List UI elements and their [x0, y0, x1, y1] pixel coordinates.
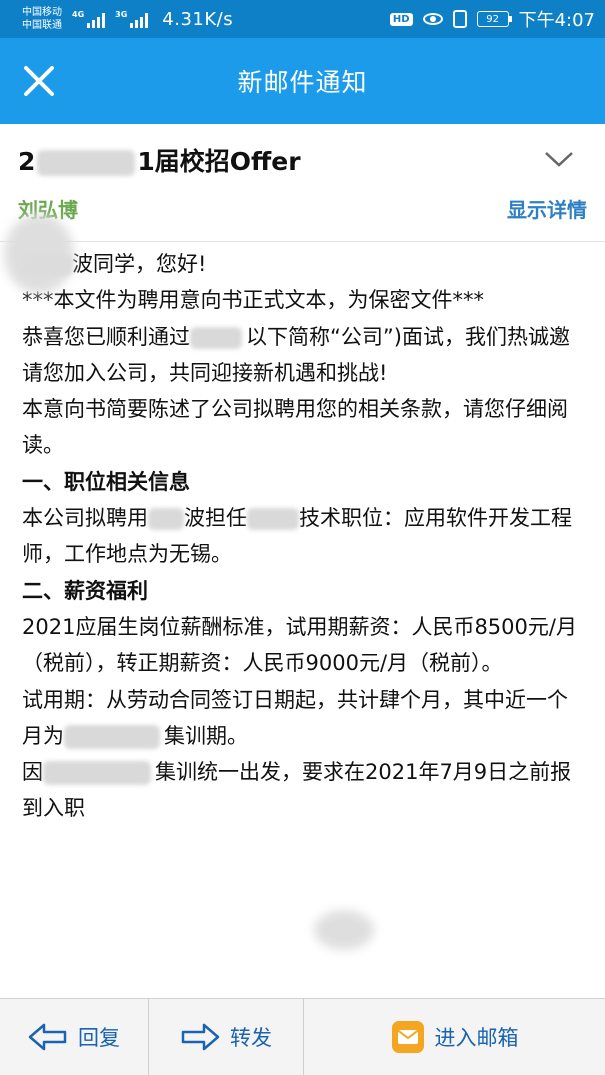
carrier-names: 中国移动 中国联通: [22, 6, 62, 32]
chevron-down-icon: [545, 152, 573, 167]
salary-paragraph: 2021应届生岗位薪酬标准，试用期薪资：人民币8500元/月（税前），转正期薪资…: [22, 614, 577, 676]
expand-button[interactable]: [543, 148, 575, 170]
privacy-blur: [314, 910, 374, 950]
reply-arrow-icon: [28, 1023, 67, 1051]
subject-suffix: 1届校招Offer: [137, 147, 301, 176]
title-bar: 新邮件通知: [0, 38, 605, 124]
congrats-paragraph: 恭喜您已顺利通过 以下简称“公司”)面试，我们热诚邀请您加入公司，共同迎接新机遇和…: [22, 324, 570, 385]
forward-arrow-icon: [181, 1023, 220, 1051]
mail-body: 波同学，您好! ***本文件为聘用意向书正式文本，为保密文件*** 恭喜您已顺利…: [22, 246, 588, 998]
inbox-label: 进入邮箱: [434, 1026, 519, 1050]
signal-2-icon: 3G: [115, 10, 149, 28]
go-to-inbox-button[interactable]: 进入邮箱: [304, 999, 605, 1075]
probation-paragraph: 试用期：从劳动合同签订日期起，共计肆个月，其中近一个月为 集训期。: [22, 687, 568, 749]
mail-icon: [391, 1021, 424, 1053]
close-button[interactable]: [20, 62, 58, 100]
status-bar: 中国移动 中国联通 4G 3G 4.31K/s HD 92 下午4:07: [0, 0, 605, 38]
redacted-block: [64, 724, 160, 749]
signal-2-tag: 3G: [115, 10, 128, 19]
close-icon: [24, 66, 54, 96]
section-position-heading: 一、职位相关信息: [22, 469, 190, 494]
net-speed: 4.31K/s: [162, 8, 234, 30]
eye-comfort-icon: [422, 13, 443, 25]
training-paragraph: 因集训统一出发，要求在2021年7月9日之前报到入职: [22, 760, 572, 821]
forward-label: 转发: [230, 1026, 272, 1050]
carrier-2: 中国联通: [22, 20, 62, 31]
header-divider: [0, 241, 605, 242]
reply-button[interactable]: 回复: [0, 999, 148, 1075]
show-details-link[interactable]: 显示详情: [507, 194, 587, 223]
subject-prefix: 2: [18, 147, 36, 176]
mail-header: 2 1届校招Offer 刘弘博 显示详情: [0, 124, 605, 242]
privacy-blur: [4, 214, 74, 294]
clock: 下午4:07: [518, 10, 595, 31]
redacted-block: [37, 150, 136, 176]
redacted-block: [190, 326, 242, 349]
vibrate-icon: [452, 10, 467, 28]
bottom-toolbar: 回复 转发 进入邮箱: [0, 998, 605, 1075]
position-paragraph: 本公司拟聘用 波担任 技术职位：应用软件开发工程师，工作地点为无锡。: [22, 506, 572, 567]
battery-icon: 92: [476, 11, 512, 27]
greeting: 波同学，您好!: [22, 246, 588, 282]
signal-1-tag: 4G: [72, 10, 85, 19]
signal-1-icon: 4G: [72, 10, 106, 28]
redacted-block: [247, 508, 299, 531]
forward-button[interactable]: 转发: [149, 999, 303, 1075]
intro-paragraph: 本意向书简要陈述了公司拟聘用您的相关条款，请您仔细阅读。: [22, 397, 568, 458]
reply-label: 回复: [78, 1026, 120, 1050]
mail-subject: 2 1届校招Offer: [18, 142, 301, 178]
redacted-block: [43, 761, 151, 786]
confidential-notice: ***本文件为聘用意向书正式文本，为保密文件***: [22, 288, 484, 313]
section-salary-heading: 二、薪资福利: [22, 578, 148, 603]
page-title: 新邮件通知: [237, 68, 368, 97]
redacted-block: [148, 508, 184, 531]
carrier-1: 中国移动: [22, 7, 62, 18]
hd-icon: HD: [389, 12, 413, 26]
